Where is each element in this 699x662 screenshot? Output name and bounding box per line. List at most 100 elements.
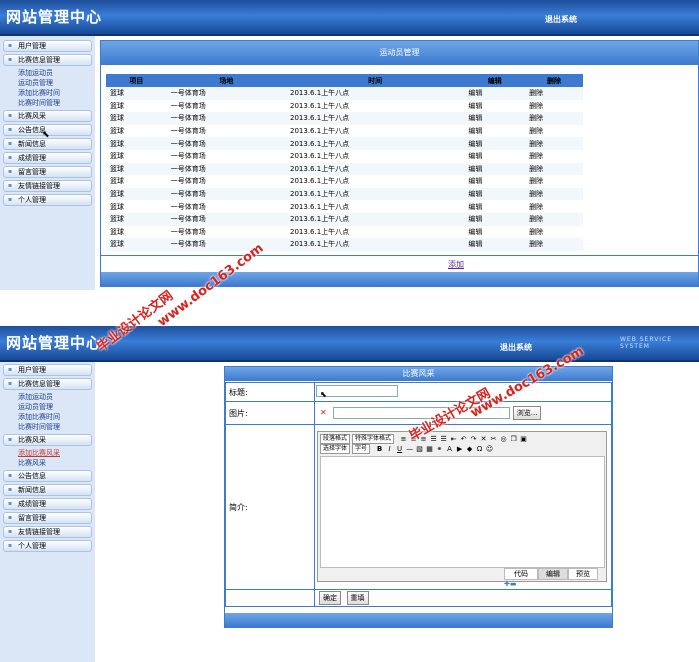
image-icon[interactable]: ▧ [416,445,424,453]
media-icon[interactable]: ▶ [456,445,464,453]
undo-icon[interactable]: ↶ [460,435,468,443]
italic-icon[interactable]: I [386,445,394,453]
editor-content-area[interactable] [320,456,605,568]
edit-link[interactable]: 编辑 [464,162,526,176]
special-font-select[interactable]: 特殊字体格式 [352,434,395,444]
delete-icon[interactable]: ✕ [480,435,488,443]
paragraph-format-select[interactable]: 段落格式 [320,434,351,444]
logout-link[interactable]: 退出系统 [500,342,532,353]
delete-link[interactable]: 删除 [525,99,583,113]
copy-icon[interactable]: ❐ [510,435,518,443]
menu-match-time-management[interactable]: 比赛时间管理 [0,98,95,108]
menu-scores[interactable]: 成绩管理 [3,498,92,510]
menu-personal[interactable]: 个人管理 [3,540,92,552]
edit-link[interactable]: 编辑 [464,149,526,163]
table-icon[interactable]: ▦ [426,445,434,453]
delete-link[interactable]: 删除 [525,149,583,163]
align-left-icon[interactable]: ≡ [400,435,408,443]
edit-link[interactable]: 编辑 [464,200,526,213]
table-row: 篮球 一号体育场 2013.6.1上午八点 编辑 删除 [106,99,583,113]
cell-time: 2013.6.1上午八点 [286,112,465,125]
collapse-icon[interactable]: ▬ [510,580,517,588]
delete-link[interactable]: 删除 [525,162,583,176]
paste-icon[interactable]: ▣ [520,435,528,443]
add-link[interactable]: 添加 [448,259,464,270]
logout-link[interactable]: 退出系统 [545,14,577,25]
menu-match-info[interactable]: 比赛信息管理 [3,378,92,390]
delete-link[interactable]: 删除 [525,225,583,239]
edit-link[interactable]: 编辑 [464,175,526,188]
delete-link[interactable]: 删除 [525,238,583,251]
menu-match-info[interactable]: 比赛信息管理 [3,54,92,66]
find-icon[interactable]: ◎ [500,435,508,443]
delete-link[interactable]: 删除 [525,187,583,201]
edit-link[interactable]: 编辑 [464,137,526,150]
menu-notice[interactable]: 公告信息 [3,470,92,482]
delete-link[interactable]: 删除 [525,175,583,188]
delete-link[interactable]: 删除 [525,112,583,125]
menu-match-highlights[interactable]: 比赛风采 [3,434,92,446]
menu-match-highlights[interactable]: 比赛风采 [3,110,92,122]
reset-button[interactable]: 重填 [346,591,369,605]
delete-link[interactable]: 删除 [525,137,583,150]
cell-venue: 一号体育场 [166,200,287,213]
confirm-button[interactable]: 确定 [319,591,341,605]
edit-link[interactable]: 编辑 [464,187,526,201]
link-icon[interactable]: ⚭ [436,445,444,453]
delete-link[interactable]: 删除 [525,87,583,100]
menu-links[interactable]: 友情链接管理 [3,180,92,192]
tab-preview[interactable]: 预览 [568,568,598,580]
app-logo: 网站管理中心 [6,334,103,352]
bold-icon[interactable]: B [376,445,384,453]
redo-icon[interactable]: ↷ [470,435,478,443]
cell-sport: 篮球 [106,87,167,100]
menu-links[interactable]: 友情链接管理 [3,526,92,538]
special-char-icon[interactable]: Ω [476,445,484,453]
hr-icon[interactable]: — [406,445,414,453]
flash-icon[interactable]: ◆ [466,445,474,453]
title-input[interactable] [316,385,398,397]
menu-scores[interactable]: 成绩管理 [3,152,92,164]
ordered-list-icon[interactable]: ☰ [430,435,438,443]
edit-link[interactable]: 编辑 [464,87,526,100]
cut-icon[interactable]: ✂ [490,435,498,443]
edit-link[interactable]: 编辑 [464,212,526,226]
cell-venue: 一号体育场 [166,238,287,251]
menu-add-match-time[interactable]: 添加比赛时间 [0,88,95,98]
delete-link[interactable]: 删除 [525,212,583,226]
edit-link[interactable]: 编辑 [464,112,526,125]
browse-button[interactable]: 浏览... [512,406,542,420]
emoticon-icon[interactable]: ☺ [486,445,494,453]
menu-add-athlete[interactable]: 添加运动员 [0,392,95,402]
edit-link[interactable]: 编辑 [464,238,526,251]
menu-highlights[interactable]: 比赛风采 [0,458,95,468]
menu-athlete-management[interactable]: 运动员管理 [0,78,95,88]
menu-personal[interactable]: 个人管理 [3,194,92,206]
tab-edit[interactable]: 编辑 [538,568,568,580]
menu-user-management[interactable]: 用户管理 [3,40,92,52]
menu-match-time-management[interactable]: 比赛时间管理 [0,422,95,432]
edit-link[interactable]: 编辑 [464,124,526,138]
menu-add-match-time[interactable]: 添加比赛时间 [0,412,95,422]
menu-athlete-management[interactable]: 运动员管理 [0,402,95,412]
tab-code[interactable]: 代码 [504,568,538,580]
menu-news[interactable]: 新闻信息 [3,484,92,496]
underline-icon[interactable]: U [396,445,404,453]
menu-add-athlete[interactable]: 添加运动员 [0,68,95,78]
web-service-label: WEB SERVICE SYSTEM [620,336,673,350]
delete-link[interactable]: 删除 [525,200,583,213]
delete-link[interactable]: 删除 [525,124,583,138]
outdent-icon[interactable]: ⇤ [450,435,458,443]
edit-link[interactable]: 编辑 [464,225,526,239]
font-size-select[interactable]: 字号 [352,444,371,454]
font-select[interactable]: 选择字体 [320,444,351,454]
unordered-list-icon[interactable]: ☰ [440,435,448,443]
edit-link[interactable]: 编辑 [464,99,526,113]
cell-time: 2013.6.1上午八点 [286,225,465,239]
menu-user-management[interactable]: 用户管理 [3,364,92,376]
main-content: 运动员管理 项目 场地 时间 编辑 删除 篮球 一号体育场 2013.6.1上午八点… [100,40,699,287]
menu-add-highlight[interactable]: 添加比赛风采 [0,448,95,458]
menu-messages[interactable]: 留言管理 [3,166,92,178]
menu-messages[interactable]: 留言管理 [3,512,92,524]
color-icon[interactable]: A [446,445,454,453]
